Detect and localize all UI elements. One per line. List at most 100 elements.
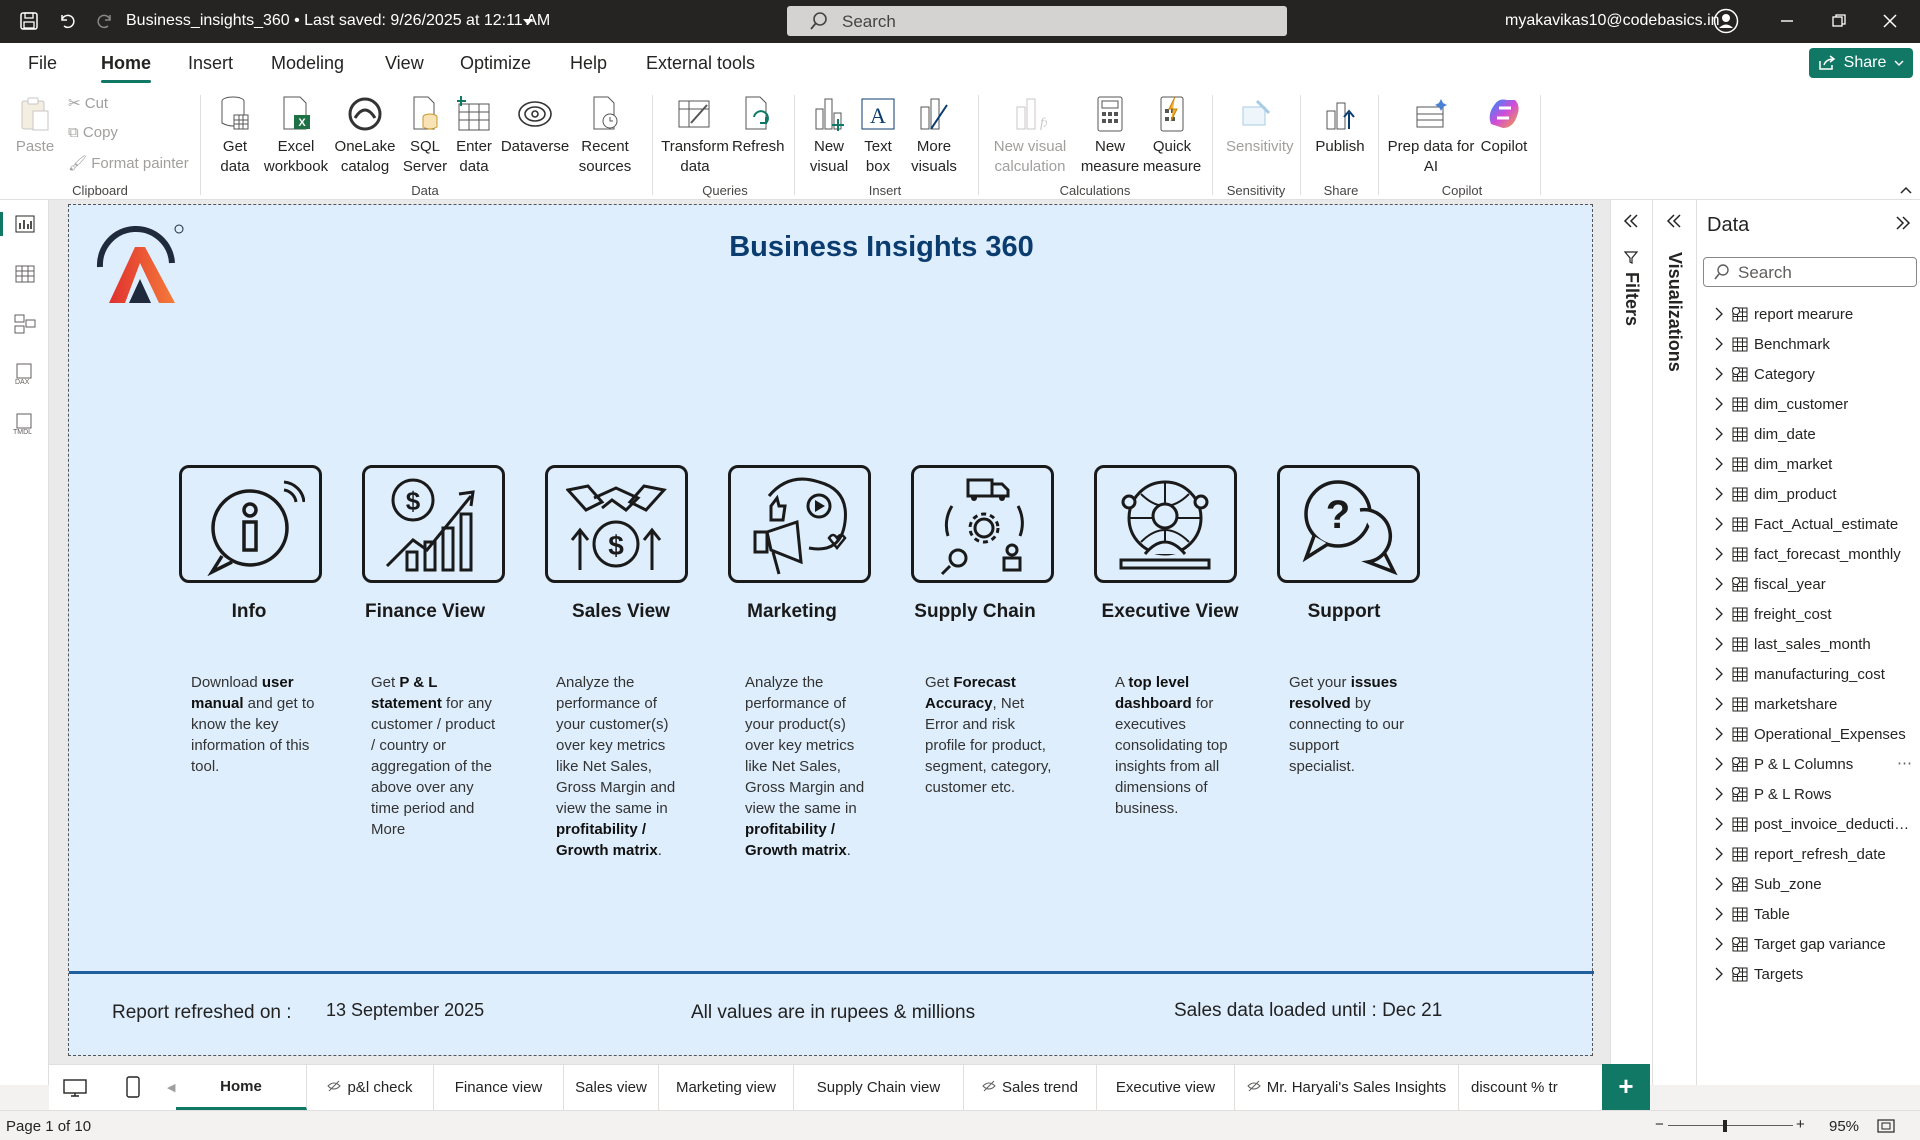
page-tab[interactable]: Home: [176, 1065, 307, 1110]
chevron-right-icon[interactable]: [1714, 307, 1724, 325]
filters-pane[interactable]: Filters: [1610, 200, 1652, 1085]
data-table-item[interactable]: Operational_Expenses: [1697, 720, 1920, 750]
marketing-card-button[interactable]: [728, 465, 871, 583]
format-painter-button[interactable]: 🖌 Format painter: [68, 154, 189, 172]
collapse-data-pane-icon[interactable]: [1895, 216, 1911, 235]
tab-help[interactable]: Help: [570, 53, 607, 74]
tab-optimize[interactable]: Optimize: [460, 53, 531, 74]
data-table-item[interactable]: dim_product: [1697, 480, 1920, 510]
tab-home[interactable]: Home: [101, 53, 152, 83]
recent-sources-button[interactable]: Recent sources: [572, 93, 638, 177]
page-tab[interactable]: discount % tr: [1459, 1065, 1579, 1110]
chevron-right-icon[interactable]: [1714, 547, 1724, 565]
data-table-item[interactable]: manufacturing_cost: [1697, 660, 1920, 690]
sensitivity-button[interactable]: Sensitivity: [1226, 93, 1294, 157]
supply-chain-card-button[interactable]: [911, 465, 1054, 583]
info-card-button[interactable]: [179, 465, 322, 583]
data-table-item[interactable]: Fact_Actual_estimate: [1697, 510, 1920, 540]
chevron-right-icon[interactable]: [1714, 367, 1724, 385]
table-view-icon[interactable]: [12, 262, 38, 286]
tmdl-view-icon[interactable]: TMDL: [12, 412, 38, 436]
get-data-button[interactable]: Get data: [210, 93, 260, 177]
more-options-icon[interactable]: ⋯: [1897, 754, 1912, 772]
chevron-right-icon[interactable]: [1714, 697, 1724, 715]
data-table-item[interactable]: freight_cost: [1697, 600, 1920, 630]
refresh-button[interactable]: Refresh: [732, 93, 785, 157]
new-measure-button[interactable]: New measure: [1080, 93, 1140, 177]
data-table-item[interactable]: P & L Rows: [1697, 780, 1920, 810]
onelake-catalog-button[interactable]: OneLake catalog: [332, 93, 398, 177]
chevron-right-icon[interactable]: [1714, 637, 1724, 655]
page-tab[interactable]: p&l check: [307, 1065, 434, 1110]
data-table-item[interactable]: Target gap variance: [1697, 930, 1920, 960]
save-icon[interactable]: [18, 10, 40, 32]
chevron-right-icon[interactable]: [1714, 397, 1724, 415]
prep-data-for-ai-button[interactable]: Prep data for AI: [1386, 93, 1476, 177]
tab-view[interactable]: View: [385, 53, 424, 74]
chevron-right-icon[interactable]: [1714, 607, 1724, 625]
page-tab[interactable]: Supply Chain view: [794, 1065, 964, 1110]
excel-workbook-button[interactable]: X Excel workbook: [263, 93, 329, 177]
page-tab[interactable]: Sales view: [564, 1065, 659, 1110]
share-button[interactable]: Share: [1809, 48, 1913, 78]
redo-icon[interactable]: [94, 10, 116, 32]
zoom-slider-thumb[interactable]: [1723, 1120, 1727, 1132]
chevron-right-icon[interactable]: [1714, 967, 1724, 985]
data-table-item[interactable]: Benchmark: [1697, 330, 1920, 360]
publish-button[interactable]: Publish: [1310, 93, 1370, 157]
page-tab[interactable]: Finance view: [434, 1065, 564, 1110]
finance-view-card-button[interactable]: $: [362, 465, 505, 583]
visualizations-pane[interactable]: Visualizations: [1652, 200, 1696, 1085]
page-tab[interactable]: Sales trend: [964, 1065, 1097, 1110]
sales-view-card-button[interactable]: $: [545, 465, 688, 583]
dataverse-button[interactable]: Dataverse: [500, 93, 570, 157]
chevron-right-icon[interactable]: [1714, 937, 1724, 955]
tab-external-tools[interactable]: External tools: [646, 53, 755, 74]
tab-insert[interactable]: Insert: [188, 53, 233, 74]
scroll-left-icon[interactable]: ◀: [167, 1081, 175, 1094]
new-visual-button[interactable]: New visual: [806, 93, 852, 177]
chevron-right-icon[interactable]: [1714, 457, 1724, 475]
expand-visualizations-icon[interactable]: [1666, 214, 1682, 233]
transform-data-button[interactable]: Transform data: [660, 93, 730, 177]
copilot-button[interactable]: Copilot: [1478, 93, 1530, 157]
data-table-item[interactable]: report mearure: [1697, 300, 1920, 330]
desktop-layout-icon[interactable]: [63, 1079, 87, 1102]
executive-view-card-button[interactable]: [1094, 465, 1237, 583]
fit-to-page-icon[interactable]: [1877, 1119, 1895, 1137]
data-table-item[interactable]: last_sales_month: [1697, 630, 1920, 660]
paste-button[interactable]: Paste: [12, 93, 58, 157]
copy-button[interactable]: ⧉ Copy: [68, 124, 118, 141]
chevron-right-icon[interactable]: [1714, 817, 1724, 835]
collapse-ribbon-icon[interactable]: [1900, 181, 1912, 199]
expand-filters-icon[interactable]: [1623, 214, 1639, 233]
data-table-item[interactable]: marketshare: [1697, 690, 1920, 720]
chevron-right-icon[interactable]: [1714, 577, 1724, 595]
chevron-right-icon[interactable]: [1714, 907, 1724, 925]
minimize-icon[interactable]: [1776, 10, 1798, 32]
undo-icon[interactable]: [56, 10, 78, 32]
data-table-item[interactable]: dim_customer: [1697, 390, 1920, 420]
data-table-item[interactable]: Sub_zone: [1697, 870, 1920, 900]
zoom-slider-track[interactable]: [1668, 1125, 1793, 1126]
text-box-button[interactable]: A Text box: [856, 93, 900, 177]
zoom-out-button[interactable]: −: [1655, 1116, 1664, 1133]
chevron-right-icon[interactable]: [1714, 847, 1724, 865]
chevron-right-icon[interactable]: [1714, 787, 1724, 805]
add-page-button[interactable]: +: [1602, 1064, 1650, 1110]
chevron-right-icon[interactable]: [1714, 757, 1724, 775]
chevron-right-icon[interactable]: [1714, 337, 1724, 355]
support-card-button[interactable]: ?: [1277, 465, 1420, 583]
chevron-right-icon[interactable]: [1714, 487, 1724, 505]
data-search-input[interactable]: Search: [1703, 257, 1917, 287]
data-table-item[interactable]: P & L Columns ⋯: [1697, 750, 1920, 780]
enter-data-button[interactable]: Enter data: [452, 93, 496, 177]
chevron-right-icon[interactable]: [1714, 517, 1724, 535]
page-tab[interactable]: Marketing view: [659, 1065, 794, 1110]
global-search-input[interactable]: Search: [787, 6, 1287, 36]
chevron-right-icon[interactable]: [1714, 667, 1724, 685]
cut-button[interactable]: ✂ Cut: [68, 94, 108, 112]
mobile-layout-icon[interactable]: [126, 1076, 140, 1103]
data-table-item[interactable]: report_refresh_date: [1697, 840, 1920, 870]
page-tab[interactable]: Mr. Haryali's Sales Insights: [1235, 1065, 1459, 1110]
